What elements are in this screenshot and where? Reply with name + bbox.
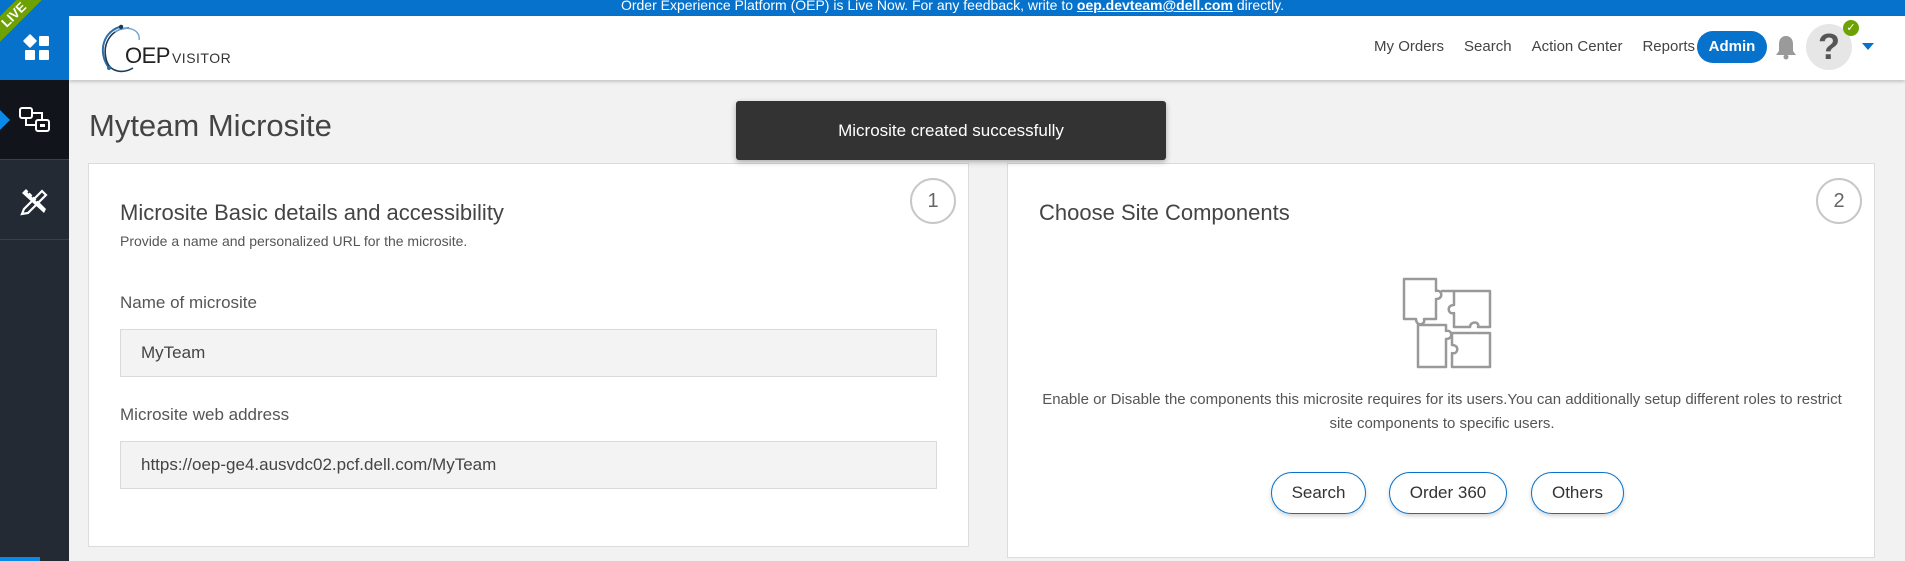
puzzle-pieces-icon: [1402, 277, 1492, 369]
card-title: Choose Site Components: [1039, 200, 1290, 225]
page-title: Myteam Microsite: [89, 108, 332, 143]
nav-reports[interactable]: Reports: [1642, 38, 1695, 55]
logo-subtext: VISITOR: [171, 50, 232, 66]
sidebar-item-microsites[interactable]: [0, 80, 69, 160]
notification-bell-icon[interactable]: [1775, 34, 1797, 60]
sidebar-scroll-indicator: [0, 557, 40, 561]
step-number-badge: 2: [1816, 178, 1862, 224]
component-others-button[interactable]: Others: [1531, 472, 1624, 514]
step-number-badge: 1: [910, 178, 956, 224]
success-toast: Microsite created successfully: [736, 101, 1166, 160]
nav-search[interactable]: Search: [1464, 38, 1512, 55]
nav-my-orders[interactable]: My Orders: [1374, 38, 1444, 55]
banner-text: Order Experience Platform (OEP) is Live …: [620, 0, 1074, 13]
basic-details-card: 1 Microsite Basic details and accessibil…: [88, 163, 969, 547]
dashboard-grid-icon: [23, 34, 49, 60]
site-components-card: 2 Choose Site Components Enable or Disab…: [1007, 163, 1875, 558]
online-status-check-icon: ✓: [1843, 20, 1859, 36]
banner-text-end: directly.: [1236, 0, 1285, 13]
microsite-name-input[interactable]: [120, 329, 937, 377]
design-tools-icon: [19, 188, 48, 215]
component-order360-button[interactable]: Order 360: [1389, 472, 1507, 514]
component-search-button[interactable]: Search: [1271, 472, 1366, 514]
feedback-email-link[interactable]: oep.devteam@dell.com: [1077, 0, 1233, 13]
announcement-banner: Order Experience Platform (OEP) is Live …: [0, 0, 1905, 16]
microsite-address-input[interactable]: [120, 441, 937, 489]
sidebar-home[interactable]: LIVE: [0, 0, 69, 80]
user-menu-chevron-down-icon[interactable]: [1862, 43, 1874, 50]
card-title: Microsite Basic details and accessibilit…: [120, 200, 504, 225]
admin-button[interactable]: Admin: [1697, 31, 1767, 63]
sidebar-item-design[interactable]: [0, 160, 69, 240]
microsite-name-label: Name of microsite: [120, 293, 257, 312]
left-sidebar: LIVE: [0, 0, 69, 561]
nav-action-center[interactable]: Action Center: [1532, 38, 1623, 55]
logo-text: OEP: [125, 43, 170, 68]
top-header: OEP VISITOR My Orders Search Action Cente…: [69, 16, 1905, 80]
sitemap-icon: [18, 106, 50, 132]
components-description: Enable or Disable the components this mi…: [1042, 391, 1842, 432]
main-nav: My Orders Search Action Center Reports: [1374, 38, 1695, 55]
card-subtitle: Provide a name and personalized URL for …: [120, 233, 468, 249]
oep-logo[interactable]: OEP VISITOR: [93, 22, 233, 76]
microsite-address-label: Microsite web address: [120, 405, 290, 424]
